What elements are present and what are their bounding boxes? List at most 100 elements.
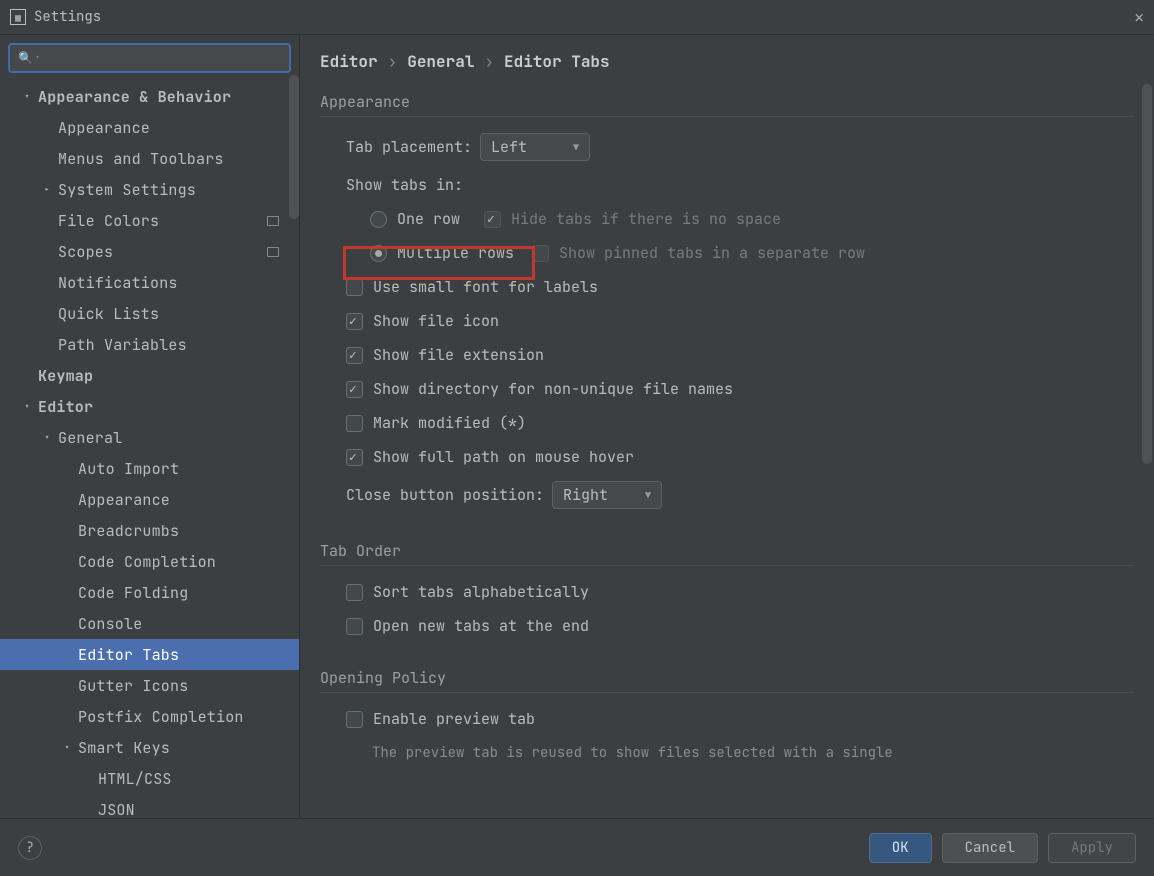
checkbox-dir-nonunique[interactable] <box>346 381 363 398</box>
chevron-down-icon: ▾ <box>40 431 54 444</box>
project-badge-icon <box>267 247 279 257</box>
row-file-icon: Show file icon <box>320 311 1134 331</box>
cancel-label: Cancel <box>965 839 1015 857</box>
sidebar-item-label: Breadcrumbs <box>78 521 179 541</box>
file-icon-label: Show file icon <box>373 311 499 331</box>
sidebar-item[interactable]: ▾Editor <box>0 391 299 422</box>
cancel-button[interactable]: Cancel <box>942 833 1038 863</box>
sort-alpha-label: Sort tabs alphabetically <box>373 582 589 602</box>
enable-preview-label: Enable preview tab <box>373 709 535 729</box>
checkbox-mark-modified[interactable] <box>346 415 363 432</box>
section-tab-order: Tab Order <box>320 533 1134 566</box>
sidebar-item[interactable]: Keymap <box>0 360 299 391</box>
apply-button[interactable]: Apply <box>1048 833 1136 863</box>
checkbox-small-font[interactable] <box>346 279 363 296</box>
sidebar-item[interactable]: Code Completion <box>0 546 299 577</box>
sidebar-item-label: Postfix Completion <box>78 707 244 727</box>
footer: ? OK Cancel Apply <box>0 818 1154 876</box>
one-row-label: One row <box>397 209 460 229</box>
ok-button[interactable]: OK <box>869 833 932 863</box>
ok-label: OK <box>892 839 909 857</box>
row-sort-alpha: Sort tabs alphabetically <box>320 582 1134 602</box>
sidebar-item-label: General <box>58 428 122 448</box>
sidebar-item[interactable]: Console <box>0 608 299 639</box>
content-scrollbar[interactable] <box>1142 84 1152 464</box>
search-input[interactable]: 🔍 ▾ <box>8 43 291 73</box>
search-icon: 🔍 <box>18 50 33 66</box>
row-open-end: Open new tabs at the end <box>320 616 1134 636</box>
mark-modified-label: Mark modified (*) <box>373 413 526 433</box>
chevron-down-icon: ▼ <box>645 489 651 502</box>
chevron-down-icon: ▼ <box>573 141 579 154</box>
chevron-down-icon: ▾ <box>20 90 34 103</box>
preview-desc: The preview tab is reused to show files … <box>320 743 1040 764</box>
row-file-ext: Show file extension <box>320 345 1134 365</box>
sidebar-item[interactable]: Notifications <box>0 267 299 298</box>
sidebar-item[interactable]: Path Variables <box>0 329 299 360</box>
sidebar-item[interactable]: HTML/CSS <box>0 763 299 794</box>
sidebar-item[interactable]: Quick Lists <box>0 298 299 329</box>
sidebar-item[interactable]: ▸System Settings <box>0 174 299 205</box>
close-icon[interactable]: ✕ <box>1134 7 1144 28</box>
chevron-right-icon: ▸ <box>40 183 54 196</box>
checkbox-open-end[interactable] <box>346 618 363 635</box>
sidebar-item[interactable]: Appearance <box>0 112 299 143</box>
sidebar-item[interactable]: Auto Import <box>0 453 299 484</box>
chevron-down-icon: ▾ <box>35 53 40 63</box>
checkbox-enable-preview[interactable] <box>346 711 363 728</box>
sidebar-item[interactable]: ▾ General <box>0 422 299 453</box>
project-badge-icon <box>267 216 279 226</box>
sidebar-item-label: Console <box>78 614 142 634</box>
sidebar-item-label: JSON <box>98 800 135 819</box>
settings-tree: ▾ Appearance & Behavior Appearance Menus an… <box>0 81 299 818</box>
breadcrumb-seg[interactable]: Editor Tabs <box>504 51 610 72</box>
chevron-right-icon: › <box>484 51 494 72</box>
sidebar-item[interactable]: Editor Tabs <box>0 639 299 670</box>
checkbox-full-path-hover[interactable] <box>346 449 363 466</box>
close-btn-pos-label: Close button position: <box>346 485 544 505</box>
sidebar-item[interactable]: ▾Smart Keys <box>0 732 299 763</box>
sidebar-item-label: Editor <box>38 397 93 417</box>
section-appearance: Appearance <box>320 84 1134 117</box>
open-end-label: Open new tabs at the end <box>373 616 589 636</box>
show-tabs-in-label: Show tabs in: <box>346 175 463 195</box>
breadcrumb: Editor › General › Editor Tabs <box>300 35 1154 84</box>
row-close-button-position: Close button position: Right ▼ <box>320 481 1134 509</box>
checkbox-file-ext[interactable] <box>346 347 363 364</box>
pinned-separate-label: Show pinned tabs in a separate row <box>559 243 865 263</box>
tab-placement-select[interactable]: Left ▼ <box>480 133 590 161</box>
breadcrumb-seg[interactable]: General <box>407 51 474 72</box>
checkbox-sort-alpha[interactable] <box>346 584 363 601</box>
sidebar-item-label: Menus and Toolbars <box>58 149 224 169</box>
radio-one-row[interactable] <box>370 211 387 228</box>
close-btn-pos-select[interactable]: Right ▼ <box>552 481 662 509</box>
sidebar-item-label: Smart Keys <box>78 738 170 758</box>
sidebar-item[interactable]: Postfix Completion <box>0 701 299 732</box>
sidebar-item[interactable]: ▾ Appearance & Behavior <box>0 81 299 112</box>
sidebar-item-label: Appearance <box>58 118 150 138</box>
sidebar-item[interactable]: Menus and Toolbars <box>0 143 299 174</box>
sidebar-item-label: Code Folding <box>78 583 188 603</box>
sidebar-item-label: Appearance <box>78 490 170 510</box>
apply-label: Apply <box>1071 839 1113 857</box>
sidebar-scrollbar[interactable] <box>289 75 299 219</box>
sidebar-item[interactable]: Scopes <box>0 236 299 267</box>
content: Editor › General › Editor Tabs Appearanc… <box>300 35 1154 818</box>
small-font-label: Use small font for labels <box>373 277 598 297</box>
chevron-right-icon: › <box>388 51 398 72</box>
full-path-hover-label: Show full path on mouse hover <box>373 447 634 467</box>
help-button[interactable]: ? <box>18 836 42 860</box>
sidebar-item[interactable]: JSON <box>0 794 299 818</box>
row-dir-nonunique: Show directory for non-unique file names <box>320 379 1134 399</box>
app-icon: ▦ <box>10 9 26 25</box>
checkbox-file-icon[interactable] <box>346 313 363 330</box>
sidebar-item[interactable]: Gutter Icons <box>0 670 299 701</box>
close-btn-pos-value: Right <box>563 485 608 505</box>
sidebar-item[interactable]: Breadcrumbs <box>0 515 299 546</box>
breadcrumb-seg[interactable]: Editor <box>320 51 378 72</box>
sidebar-item[interactable]: Code Folding <box>0 577 299 608</box>
sidebar-item-label: Appearance & Behavior <box>38 87 231 107</box>
sidebar-item[interactable]: File Colors <box>0 205 299 236</box>
sidebar-item[interactable]: Appearance <box>0 484 299 515</box>
radio-multiple-rows[interactable] <box>370 245 387 262</box>
